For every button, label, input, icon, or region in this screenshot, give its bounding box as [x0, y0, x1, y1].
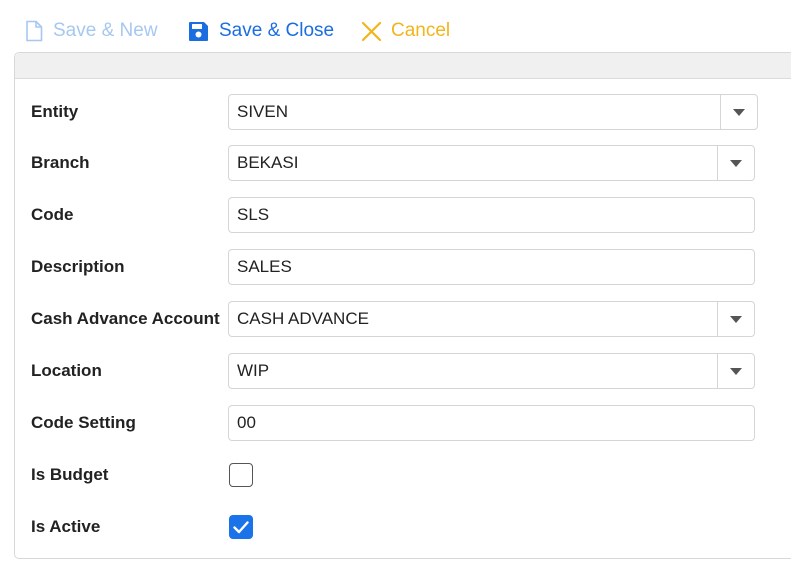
caret-down-icon[interactable] — [717, 302, 754, 336]
toolbar: Save & New Save & Close Cancel — [0, 0, 791, 52]
caret-down-icon[interactable] — [720, 95, 757, 129]
location-row: Location WIP — [15, 353, 791, 389]
check-icon — [233, 520, 249, 533]
code-setting-value: 00 — [237, 413, 256, 432]
is-active-label: Is Active — [31, 517, 101, 536]
x-icon — [361, 21, 382, 42]
form-panel: Entity SIVEN Branch BEKASI Code SLS Desc… — [14, 52, 791, 559]
entity-select[interactable]: SIVEN — [228, 94, 758, 130]
entity-value: SIVEN — [237, 102, 289, 121]
is-budget-checkbox[interactable] — [229, 463, 253, 487]
save-and-new-label: Save & New — [53, 20, 158, 41]
is-active-checkbox[interactable] — [229, 515, 253, 539]
description-row: Description SALES — [15, 249, 791, 285]
branch-value: BEKASI — [237, 153, 299, 172]
description-value: SALES — [237, 257, 292, 276]
branch-label: Branch — [31, 153, 90, 172]
save-and-close-button[interactable]: Save & Close — [188, 18, 334, 44]
code-value: SLS — [237, 205, 270, 224]
save-and-new-button[interactable]: Save & New — [25, 18, 158, 44]
code-setting-input[interactable]: 00 — [228, 405, 755, 441]
code-label: Code — [31, 205, 74, 224]
entity-label: Entity — [31, 102, 79, 121]
entity-row: Entity SIVEN — [15, 94, 791, 130]
cancel-button[interactable]: Cancel — [361, 18, 450, 44]
cash-advance-account-select[interactable]: CASH ADVANCE — [228, 301, 755, 337]
location-label: Location — [31, 361, 102, 380]
is-budget-label: Is Budget — [31, 465, 109, 484]
caret-down-icon[interactable] — [717, 146, 754, 180]
description-label: Description — [31, 257, 125, 276]
caret-down-icon[interactable] — [717, 354, 754, 388]
location-value: WIP — [237, 361, 270, 380]
floppy-disk-icon — [188, 21, 209, 42]
code-input[interactable]: SLS — [228, 197, 755, 233]
is-active-row: Is Active — [15, 509, 791, 545]
panel-header — [15, 53, 791, 79]
save-and-close-label: Save & Close — [219, 20, 335, 41]
code-setting-row: Code Setting 00 — [15, 405, 791, 441]
cash-advance-account-label: Cash Advance Account — [31, 309, 220, 328]
description-input[interactable]: SALES — [228, 249, 755, 285]
location-select[interactable]: WIP — [228, 353, 755, 389]
branch-row: Branch BEKASI — [15, 145, 791, 181]
code-row: Code SLS — [15, 197, 791, 233]
cancel-label: Cancel — [391, 20, 451, 41]
file-icon — [25, 20, 43, 42]
cash-advance-account-row: Cash Advance Account CASH ADVANCE — [15, 301, 791, 337]
code-setting-label: Code Setting — [31, 413, 136, 432]
cash-advance-account-value: CASH ADVANCE — [237, 309, 369, 328]
branch-select[interactable]: BEKASI — [228, 145, 755, 181]
is-budget-row: Is Budget — [15, 457, 791, 493]
